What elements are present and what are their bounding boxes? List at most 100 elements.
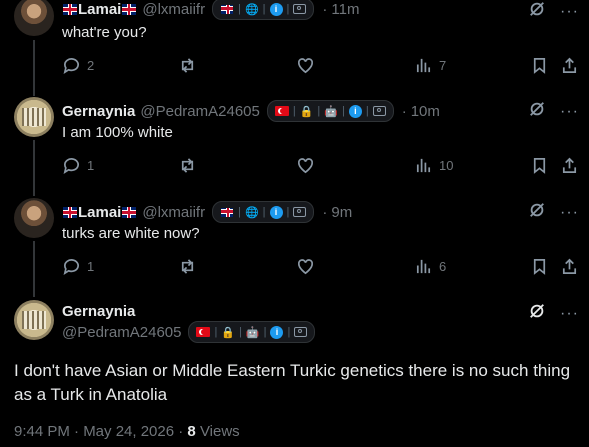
retweet-button[interactable] — [178, 257, 197, 276]
uk-flag-icon — [63, 3, 77, 15]
views-icon — [416, 259, 431, 274]
info-icon: i — [348, 104, 362, 118]
bookmark-icon — [533, 57, 546, 74]
lock-icon: 🔒 — [221, 326, 236, 339]
retweet-button[interactable] — [178, 156, 197, 175]
views-label: Views — [199, 423, 240, 440]
display-name[interactable]: Lamai — [78, 204, 121, 221]
views-button[interactable]: 6 — [414, 257, 446, 276]
user-handle[interactable]: @PedramA24605 — [62, 324, 181, 341]
post-header: Gernaynia @PedramA24605 | 🔒 | 🤖 | i | · 10m — [62, 100, 440, 122]
turkey-flag-icon — [274, 106, 289, 116]
view-count: 7 — [439, 58, 447, 73]
reply-post[interactable]: Gernaynia @PedramA24605 | 🔒 | 🤖 | i | · 10m… — [0, 97, 589, 196]
display-name[interactable]: Gernaynia — [62, 103, 135, 120]
retweet-icon — [181, 158, 194, 173]
avatar[interactable] — [14, 198, 54, 238]
reply-button[interactable]: 1 — [62, 156, 94, 175]
profile-badge: | 🔒 | 🤖 | i | — [266, 100, 394, 122]
uk-flag-icon — [221, 207, 234, 217]
post-date[interactable]: 9:44 PM · May 24, 2026 · — [14, 423, 187, 440]
info-icon: i — [269, 205, 283, 219]
like-icon — [297, 259, 314, 275]
user-handle[interactable]: @lxmaiifr — [142, 204, 205, 221]
handle-row: @PedramA24605 | 🔒 | 🤖 | i | — [62, 321, 316, 343]
avatar[interactable] — [14, 300, 54, 340]
share-button[interactable] — [560, 56, 579, 75]
user-handle[interactable]: @PedramA24605 — [140, 103, 259, 120]
uk-flag-icon — [221, 4, 234, 14]
bookmark-button[interactable] — [530, 56, 549, 75]
separator-dot: · — [401, 102, 407, 120]
display-name[interactable]: Gernaynia — [62, 303, 135, 320]
share-icon — [562, 157, 577, 174]
avatar[interactable] — [14, 97, 54, 137]
reply-post[interactable]: Lamai @lxmaiifr | 🌐 | i | · 9m turks are w… — [0, 198, 589, 297]
timestamp[interactable]: 10m — [411, 103, 440, 120]
user-handle[interactable]: @lxmaiifr — [142, 1, 205, 18]
post-text: what're you? — [62, 24, 147, 41]
views-button[interactable]: 10 — [414, 156, 453, 175]
lock-icon: 🔒 — [299, 105, 314, 118]
post-header: Gernaynia — [62, 300, 135, 322]
display-name[interactable]: Lamai — [78, 1, 121, 18]
grok-icon[interactable] — [528, 201, 546, 224]
post-text: I am 100% white — [62, 124, 173, 141]
grok-icon[interactable] — [528, 0, 546, 23]
globe-icon: 🌐 — [244, 206, 259, 219]
reply-post[interactable]: Lamai @lxmaiifr | 🌐 | i | · 11m what're yo… — [0, 0, 589, 96]
action-bar: 2 7 — [62, 56, 583, 78]
views-count: 8 — [187, 423, 196, 440]
view-count: 10 — [439, 158, 454, 173]
main-post-text: I don't have Asian or Middle Eastern Tur… — [14, 361, 571, 404]
bookmark-icon — [533, 258, 546, 275]
reply-count: 1 — [87, 158, 95, 173]
more-icon[interactable]: ··· — [560, 204, 579, 221]
more-icon[interactable]: ··· — [560, 3, 579, 20]
separator-dot: · — [322, 0, 328, 18]
avatar[interactable] — [14, 0, 54, 36]
robot-icon: 🤖 — [245, 326, 260, 339]
globe-icon: 🌐 — [244, 3, 259, 16]
reply-button[interactable]: 2 — [62, 56, 94, 75]
views-button[interactable]: 7 — [414, 56, 446, 75]
views-icon — [416, 158, 431, 173]
uk-flag-icon — [122, 3, 137, 15]
like-button[interactable] — [296, 156, 315, 175]
reply-icon — [63, 158, 79, 174]
profile-badge: | 🔒 | 🤖 | i | — [188, 321, 316, 343]
grok-icon[interactable] — [528, 100, 546, 123]
uk-flag-icon — [63, 206, 77, 218]
camera-icon — [293, 4, 307, 14]
timestamp[interactable]: 11m — [331, 1, 359, 18]
info-icon: i — [269, 2, 283, 16]
retweet-icon — [181, 259, 194, 274]
camera-icon — [294, 327, 308, 337]
timestamp[interactable]: 9m — [331, 204, 352, 221]
more-icon[interactable]: ··· — [560, 305, 579, 322]
like-button[interactable] — [296, 257, 315, 276]
share-icon — [562, 258, 577, 275]
action-bar: 1 6 — [62, 257, 583, 279]
share-button[interactable] — [560, 257, 579, 276]
profile-badge: | 🌐 | i | — [212, 201, 315, 223]
share-button[interactable] — [560, 156, 579, 175]
profile-badge: | 🌐 | i | — [212, 0, 315, 20]
turkey-flag-icon — [196, 327, 211, 337]
retweet-icon — [181, 58, 194, 73]
reply-icon — [63, 259, 79, 275]
like-icon — [297, 158, 314, 174]
reply-icon — [63, 58, 79, 74]
bookmark-button[interactable] — [530, 156, 549, 175]
more-icon[interactable]: ··· — [560, 103, 579, 120]
separator-dot: · — [322, 203, 328, 221]
reply-button[interactable]: 1 — [62, 257, 94, 276]
uk-flag-icon — [122, 206, 137, 218]
grok-icon[interactable] — [528, 302, 546, 325]
post-text: turks are white now? — [62, 225, 200, 242]
bookmark-button[interactable] — [530, 257, 549, 276]
like-button[interactable] — [296, 56, 315, 75]
retweet-button[interactable] — [178, 56, 197, 75]
like-icon — [297, 58, 314, 74]
views-icon — [416, 58, 431, 73]
